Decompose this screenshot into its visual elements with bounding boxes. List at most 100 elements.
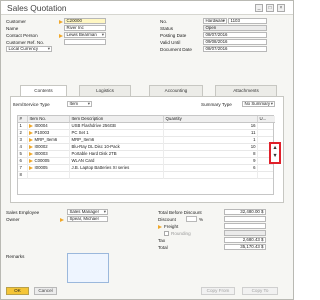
copy-to-button[interactable]: Copy To: [242, 287, 278, 295]
table-row[interactable]: 5 I00003 Portable Hard Disk 2TB 8: [18, 151, 273, 158]
rounding-field: [224, 230, 266, 236]
discount-amount-field[interactable]: [224, 216, 266, 222]
freight-field[interactable]: [224, 223, 266, 229]
quantity-cell[interactable]: [164, 172, 258, 179]
tab-attachments[interactable]: Attachments: [215, 85, 277, 96]
status-field: Open: [203, 25, 267, 31]
document-date-field[interactable]: 08/07/2016: [203, 46, 267, 52]
item-no-cell[interactable]: I00005: [33, 165, 70, 172]
column-header-item-description[interactable]: Item Description: [70, 116, 164, 123]
item-description-cell[interactable]: MRP_Item6: [70, 137, 164, 144]
item-no-cell[interactable]: C00005: [33, 158, 70, 165]
quantity-cell[interactable]: 9: [164, 158, 258, 165]
quantity-cell[interactable]: 11: [164, 130, 258, 137]
series-select[interactable]: Hardware: [203, 18, 227, 24]
document-date-label: Document Date: [160, 47, 192, 52]
tax-label: Tax: [158, 238, 166, 243]
item-no-cell[interactable]: [33, 172, 70, 179]
column-header-uom[interactable]: U...: [258, 116, 275, 123]
table-row[interactable]: 6 C00005 WLAN Card 9: [18, 158, 273, 165]
cancel-button[interactable]: Cancel: [34, 287, 57, 295]
item-description-cell[interactable]: J.B. Laptop Batteries XI series: [70, 165, 164, 172]
table-row[interactable]: 4 I00002 Blu-Ray DL Disc 10-Pack 10: [18, 144, 273, 151]
rounding-label: Rounding: [171, 231, 191, 236]
total-before-discount-field: 32,480.00 $: [224, 209, 266, 215]
name-label: Name: [6, 26, 19, 31]
table-row[interactable]: 2 P10003 PC Set 1 11: [18, 130, 273, 137]
quantity-cell[interactable]: 10: [164, 144, 258, 151]
item-description-cell[interactable]: Portable Hard Disk 2TB: [70, 151, 164, 158]
no-label: No.: [160, 19, 168, 24]
quantity-cell[interactable]: 16: [164, 123, 258, 130]
remarks-textarea[interactable]: [67, 253, 109, 283]
item-description-cell[interactable]: Blu-Ray DL Disc 10-Pack: [70, 144, 164, 151]
contact-person-select[interactable]: Lewis Bearman: [64, 32, 106, 38]
items-table: # Item No. Item Description Quantity U..…: [17, 115, 275, 195]
customer-label: Customer: [6, 19, 26, 24]
row-number: 4: [18, 144, 28, 151]
item-description-cell[interactable]: WLAN Card: [70, 158, 164, 165]
document-number-field[interactable]: 1103: [228, 18, 267, 24]
owner-label: Owner: [6, 217, 20, 222]
column-header-quantity[interactable]: Quantity: [164, 116, 258, 123]
row-number: 5: [18, 151, 28, 158]
quantity-cell[interactable]: 1: [164, 137, 258, 144]
summary-type-label: Summary Type: [201, 102, 232, 107]
freight-label: Freight: [164, 224, 179, 229]
column-header-row-number[interactable]: #: [18, 116, 28, 123]
total-label: Total: [158, 245, 168, 250]
valid-until-field[interactable]: 09/08/2016: [203, 39, 267, 45]
sales-employee-select[interactable]: Sales Manager: [67, 209, 108, 215]
total-before-discount-label: Total Before Discount: [158, 210, 202, 215]
item-service-type-select[interactable]: Item: [67, 101, 92, 107]
freight-arrow-icon[interactable]: [158, 225, 162, 229]
owner-link-arrow-icon[interactable]: [60, 217, 64, 222]
table-row[interactable]: 8: [18, 172, 273, 179]
quantity-cell[interactable]: 8: [164, 151, 258, 158]
row-number: 7: [18, 165, 28, 172]
close-icon[interactable]: ×: [277, 4, 285, 12]
item-no-cell[interactable]: MRP_Item6: [33, 137, 70, 144]
table-row[interactable]: 1 I00004 USB Flashdrive 256GB 16: [18, 123, 273, 130]
contact-person-label: Contact Person: [6, 33, 38, 38]
discount-percent-field[interactable]: [186, 216, 197, 222]
customer-field[interactable]: C20000: [64, 18, 106, 24]
minimize-icon[interactable]: _: [255, 4, 263, 12]
arrow-down-icon[interactable]: ▼: [272, 153, 278, 159]
item-no-cell[interactable]: I00002: [33, 144, 70, 151]
summary-type-select[interactable]: No Summary: [242, 101, 275, 107]
item-description-cell[interactable]: [70, 172, 164, 179]
owner-field[interactable]: Spear, Michael: [67, 216, 108, 222]
item-description-cell[interactable]: USB Flashdrive 256GB: [70, 123, 164, 130]
column-header-item-no[interactable]: Item No.: [28, 116, 70, 123]
currency-select[interactable]: Local Currency: [6, 46, 52, 52]
tab-accounting[interactable]: Accounting: [149, 85, 203, 96]
customer-ref-field[interactable]: [64, 39, 106, 45]
item-no-cell[interactable]: I00004: [33, 123, 70, 130]
customer-link-arrow-icon[interactable]: [59, 19, 63, 24]
name-field[interactable]: River Inc: [64, 25, 106, 31]
item-no-cell[interactable]: I00003: [33, 151, 70, 158]
row-number: 8: [18, 172, 28, 179]
quantity-cell[interactable]: 6: [164, 165, 258, 172]
arrow-up-icon[interactable]: ▲: [272, 145, 278, 151]
item-description-cell[interactable]: PC Set 1: [70, 130, 164, 137]
item-service-type-label: Item/Service Type: [13, 102, 50, 107]
status-label: Status: [160, 26, 174, 31]
row-number: 6: [18, 158, 28, 165]
window-title: Sales Quotation: [7, 3, 67, 13]
rounding-checkbox[interactable]: [164, 230, 169, 236]
posting-date-field[interactable]: 08/07/2016: [203, 32, 267, 38]
item-no-cell[interactable]: P10003: [33, 130, 70, 137]
maximize-icon[interactable]: □: [266, 4, 274, 12]
ok-button[interactable]: OK: [6, 287, 29, 295]
sales-quotation-window: Sales Quotation _ □ × Customer C20000 Na…: [0, 0, 294, 300]
contact-person-link-arrow-icon[interactable]: [59, 33, 63, 38]
copy-from-button[interactable]: Copy From: [201, 287, 235, 295]
tax-field: 2,680.43 $: [224, 237, 266, 243]
table-row[interactable]: 3 MRP_Item6 MRP_Item6 1: [18, 137, 273, 144]
table-row[interactable]: 7 I00005 J.B. Laptop Batteries XI series…: [18, 165, 273, 172]
tab-logistics[interactable]: Logistics: [79, 85, 131, 96]
customer-ref-label: Customer Ref. No.: [6, 40, 45, 45]
row-move-buttons-highlight: ▲ ▼: [269, 142, 281, 164]
